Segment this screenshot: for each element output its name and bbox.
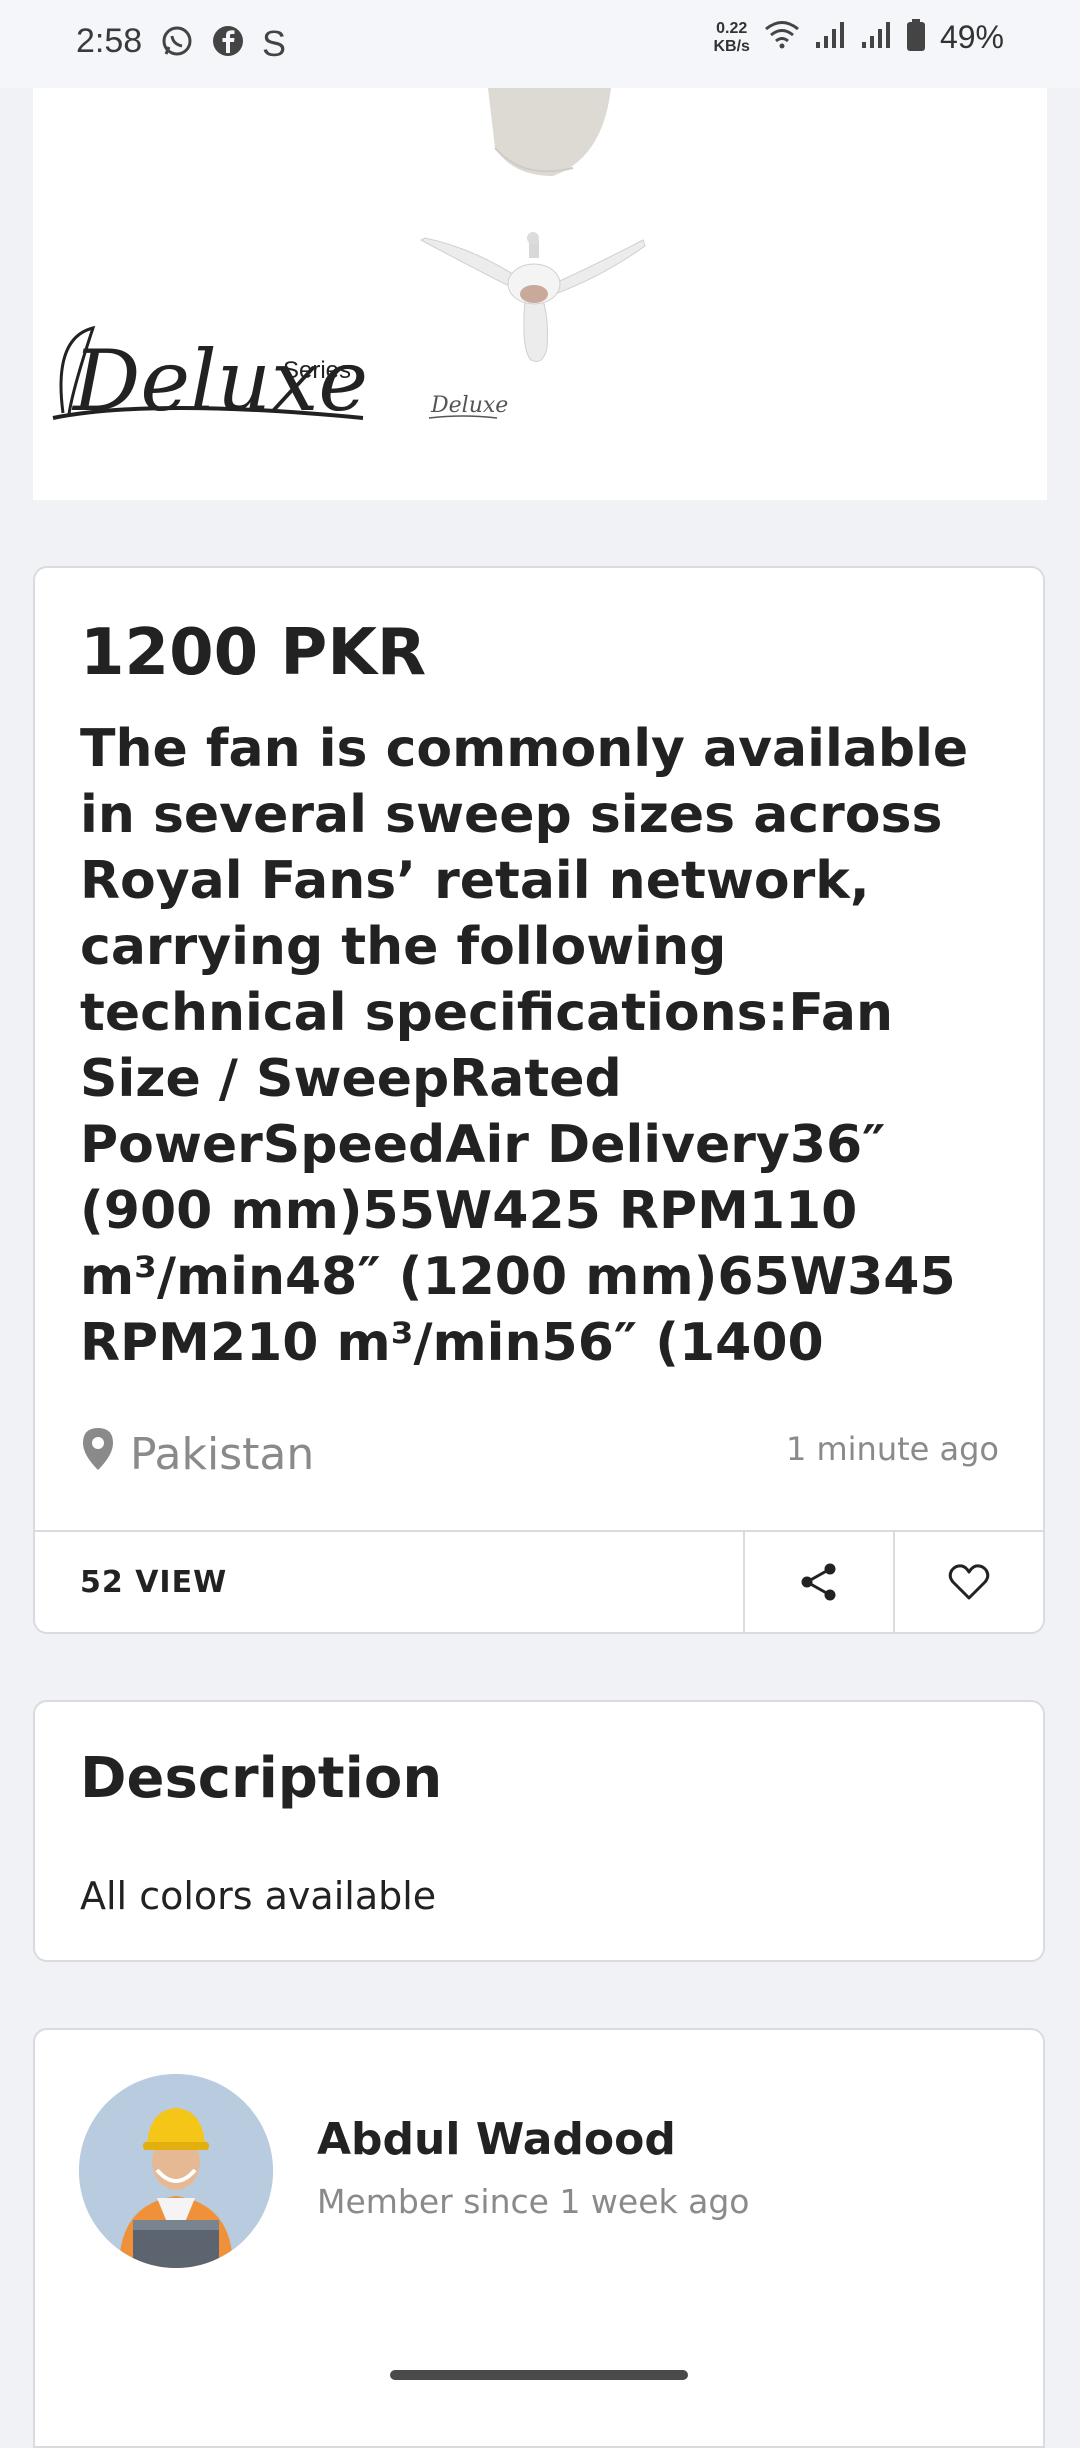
seller-card[interactable]: Abdul Wadood Member since 1 week ago — [33, 2028, 1045, 2448]
brand-logo: Series Deluxe Deluxe — [52, 325, 508, 430]
facebook-icon — [212, 25, 244, 62]
location-pin-icon — [80, 1426, 116, 1483]
small-brand-logo-text: Deluxe — [430, 393, 508, 418]
avatar[interactable] — [79, 2074, 273, 2268]
price: 1200 PKR — [80, 616, 427, 690]
net-speed-value: 0.22 — [716, 19, 748, 37]
wifi-icon — [764, 20, 800, 55]
notification-icons: S — [160, 24, 286, 63]
posted-time: 1 minute ago — [785, 1430, 999, 1468]
member-since: Member since 1 week ago — [317, 2182, 750, 2221]
signal-icon — [814, 20, 846, 55]
description-card: Description All colors available — [33, 1700, 1045, 1962]
view-count: 52 VIEW — [80, 1564, 228, 1600]
seller-name: Abdul Wadood — [317, 2114, 676, 2165]
net-speed-unit: KB/s — [713, 37, 750, 55]
location: Pakistan — [80, 1426, 314, 1483]
battery-icon — [906, 18, 926, 57]
description-heading: Description — [80, 1746, 443, 1811]
location-text: Pakistan — [130, 1429, 315, 1480]
listing-title: The fan is commonly available in several… — [80, 719, 969, 1373]
share-button[interactable] — [743, 1532, 893, 1632]
network-speed: 0.22 KB/s — [714, 20, 750, 56]
s-app-icon: S — [262, 22, 287, 64]
heart-icon — [948, 1564, 990, 1600]
brand-logo-text: Deluxe — [71, 332, 368, 430]
listing-card: 1200 PKR The fan is commonly available i… — [33, 566, 1045, 1634]
whatsapp-icon — [160, 24, 194, 63]
description-text: All colors available — [80, 1874, 437, 1918]
status-bar: 2:58 S 0.22 KB/s 49% — [0, 0, 1080, 88]
signal-icon — [860, 20, 892, 55]
status-right: 0.22 KB/s 49% — [714, 18, 1004, 57]
share-icon — [801, 1563, 836, 1601]
listing-actions: 52 VIEW — [35, 1530, 1043, 1632]
fan-icon — [419, 232, 646, 362]
battery-percentage: 49% — [939, 19, 1004, 55]
favorite-button[interactable] — [893, 1532, 1043, 1632]
status-time: 2:58 — [76, 22, 143, 60]
product-image[interactable]: Series Deluxe Deluxe — [33, 88, 1047, 500]
home-indicator[interactable] — [390, 2370, 688, 2380]
